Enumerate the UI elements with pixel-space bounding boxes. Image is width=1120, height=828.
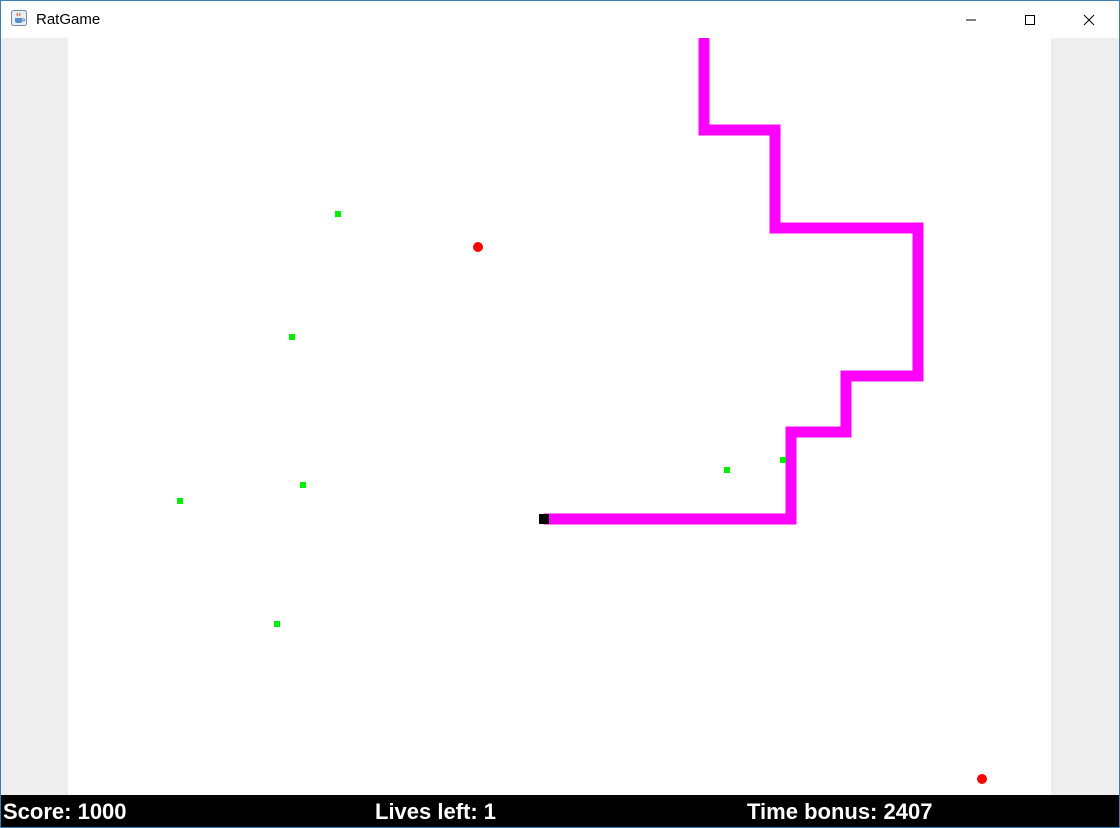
food-pellet [780, 457, 786, 463]
snake-body [543, 38, 924, 525]
hazard-dot [473, 242, 483, 252]
lives-label: Lives left: 1 [375, 799, 497, 824]
maximize-button[interactable] [1001, 1, 1059, 38]
window-title: RatGame [36, 11, 101, 28]
close-button[interactable] [1060, 1, 1118, 38]
food-pellet [335, 211, 341, 217]
maximize-icon [1025, 14, 1035, 25]
food-pellet [177, 498, 183, 504]
score-label: Score: 1000 [3, 799, 127, 824]
app-window: RatGame Score: 1000 Lives left: 1 Time b… [0, 0, 1120, 828]
title-bar[interactable]: RatGame [1, 1, 1119, 38]
minimize-icon [966, 19, 976, 20]
java-coffee-icon [11, 10, 27, 26]
left-margin [1, 38, 68, 795]
food-pellet [289, 334, 295, 340]
close-icon [1083, 14, 1095, 25]
game-board[interactable] [68, 38, 1051, 795]
food-pellet [724, 467, 730, 473]
food-pellet [274, 621, 280, 627]
board-canvas [177, 38, 987, 784]
minimize-button[interactable] [942, 1, 1000, 38]
right-margin [1051, 38, 1119, 795]
status-bar: Score: 1000 Lives left: 1 Time bonus: 24… [1, 795, 1119, 827]
snake-head [539, 514, 549, 524]
food-pellet [300, 482, 306, 488]
hazard-dot [977, 774, 987, 784]
time-bonus-label: Time bonus: 2407 [747, 799, 933, 824]
